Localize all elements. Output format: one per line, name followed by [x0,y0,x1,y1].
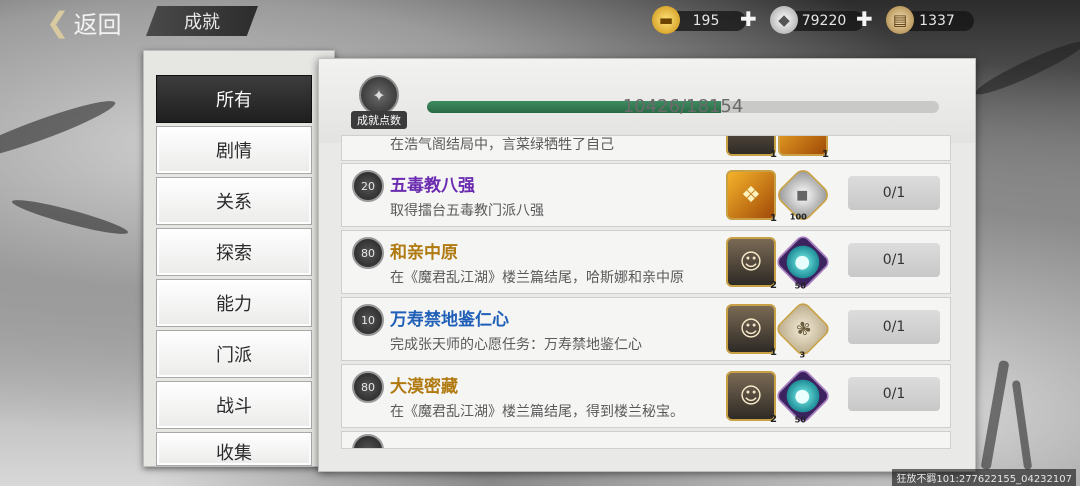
achievement-title: 五毒教八强 [390,176,475,196]
silver-ingot-icon[interactable]: ◆ 100 [774,166,832,224]
points-header: ✦ 成就点数 10426/18154 [319,59,975,143]
points-badge: 80 [352,237,384,269]
manual-icon[interactable]: ❖ 1 [726,170,777,224]
page-title: 成就 [146,6,258,36]
item-icon[interactable]: 1 [778,136,829,160]
scroll-icon: ▤ [886,6,914,34]
points-badge [352,434,384,448]
points-badge: 80 [352,371,384,403]
portrait-icon[interactable]: 1 [726,136,777,160]
gem-icon[interactable]: ● 50 [774,367,832,425]
watermark: 狂放不羁101:277622155_04232107 [892,469,1076,486]
list-item [341,431,951,449]
paper-icon[interactable]: ✾ 3 [774,300,832,360]
achievement-desc: 在《魔君乱江湖》楼兰篇结尾，哈斯娜和亲中原 [390,270,684,286]
add-gold-button[interactable]: ✚ [740,7,757,31]
gem-icon[interactable]: ● 50 [774,233,832,291]
gold-ingot-icon: ▬ [652,6,680,34]
portrait-icon[interactable]: ☺ 2 [726,371,777,425]
category-sidebar: 所有 剧情 关系 探索 能力 门派 战斗 收集 [143,50,335,467]
back-button[interactable]: ❮ 返回 [46,5,122,39]
tab-relationship[interactable]: 关系 [156,177,312,225]
achievement-panel: ✦ 成就点数 10426/18154 在浩气阁结局中，言菜绿牺牲了自己 1 1 … [318,58,976,472]
portrait-icon[interactable]: ☺ 2 [726,237,777,291]
list-item: 10 万寿禁地鉴仁心 完成张天师的心愿任务：万寿禁地鉴仁心 ☺ 1 ✾ 3 0/1 [341,297,951,361]
trophy-emblem-icon: ✦ [359,75,399,115]
tab-collect[interactable]: 收集 [156,432,312,466]
points-label: 成就点数 [351,111,407,129]
achievement-title: 大漠密藏 [390,377,458,397]
list-item: 在浩气阁结局中，言菜绿牺牲了自己 1 1 [341,135,951,161]
tab-explore[interactable]: 探索 [156,228,312,276]
achievement-points-badge: ✦ 成就点数 [351,75,407,139]
achievement-desc: 在浩气阁结局中，言菜绿牺牲了自己 [390,137,614,153]
progress-counter: 0/1 [848,310,940,344]
tab-sect[interactable]: 门派 [156,330,312,378]
silver-ingot-icon: ◆ [770,6,798,34]
achievement-title: 和亲中原 [390,243,458,263]
chevron-left-icon: ❮ [46,5,70,39]
achievement-desc: 完成张天师的心愿任务：万寿禁地鉴仁心 [390,337,642,353]
currency-silver: 79220 ◆ ✚ [770,6,880,34]
currency-gold: 195 ▬ ✚ [652,6,762,34]
points-progress-text: 10426/18154 [622,96,744,117]
portrait-icon[interactable]: ☺ 1 [726,304,777,358]
list-item: 80 大漠密藏 在《魔君乱江湖》楼兰篇结尾，得到楼兰秘宝。 ☺ 2 ● 50 0/1 [341,364,951,428]
top-bar: ❮ 返回 成就 195 ▬ ✚ 79220 ◆ ✚ 1337 ▤ [0,0,1080,44]
achievement-desc: 在《魔君乱江湖》楼兰篇结尾，得到楼兰秘宝。 [390,404,684,420]
progress-counter: 0/1 [848,176,940,210]
add-silver-button[interactable]: ✚ [856,7,873,31]
progress-counter: 0/1 [848,243,940,277]
points-badge: 20 [352,170,384,202]
list-item: 20 五毒教八强 取得擂台五毒教门派八强 ❖ 1 ◆ 100 0/1 [341,163,951,227]
list-item: 80 和亲中原 在《魔君乱江湖》楼兰篇结尾，哈斯娜和亲中原 ☺ 2 ● 50 0/1 [341,230,951,294]
tab-all[interactable]: 所有 [156,75,312,123]
achievement-title: 万寿禁地鉴仁心 [390,310,509,330]
back-label: 返回 [73,10,122,39]
tab-battle[interactable]: 战斗 [156,381,312,429]
tab-story[interactable]: 剧情 [156,126,312,174]
points-badge: 10 [352,304,384,336]
tab-ability[interactable]: 能力 [156,279,312,327]
currency-scroll: 1337 ▤ [886,6,976,34]
progress-counter: 0/1 [848,377,940,411]
achievement-desc: 取得擂台五毒教门派八强 [390,203,544,219]
